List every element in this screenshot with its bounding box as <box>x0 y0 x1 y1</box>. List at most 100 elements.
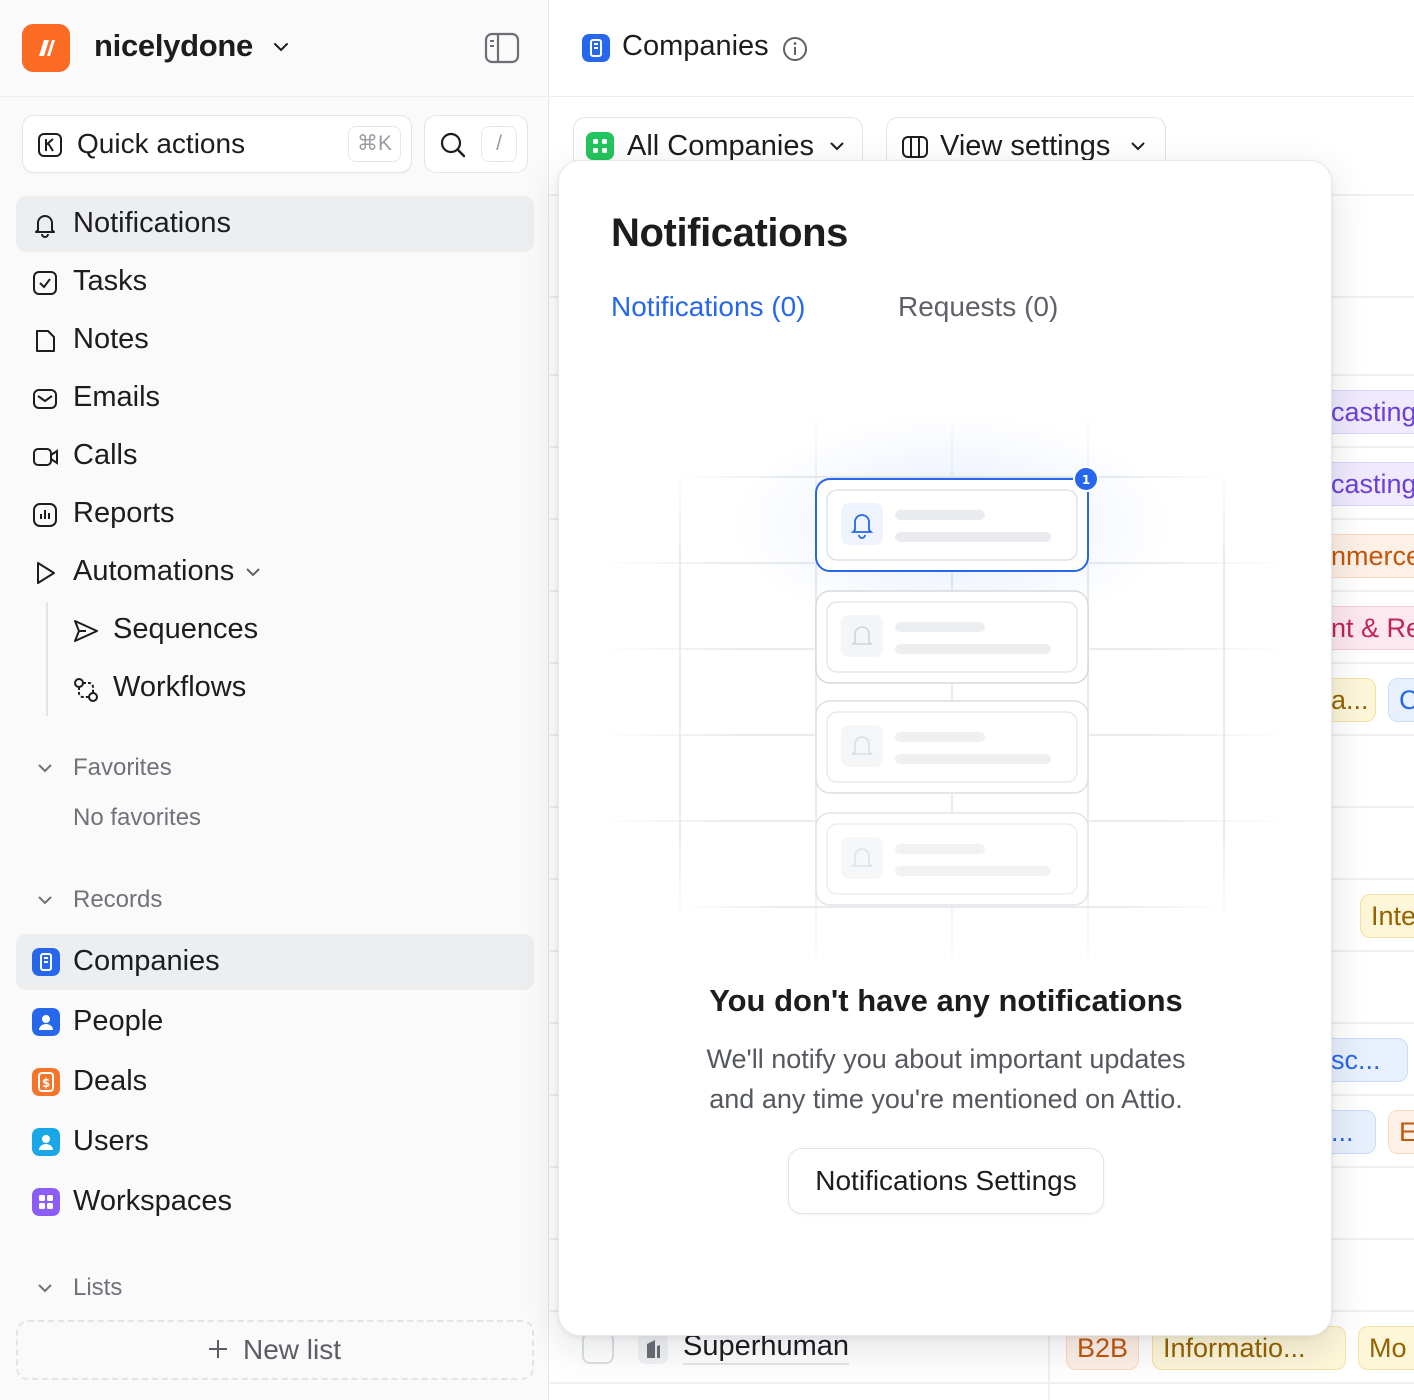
sidebar-toggle-icon[interactable] <box>484 32 520 64</box>
quick-actions-label: Quick actions <box>77 128 246 159</box>
view-settings-label: View settings <box>940 130 1111 162</box>
tab-requests[interactable]: Requests (0) <box>898 291 1058 323</box>
nav-item-automations[interactable]: Automations <box>16 544 534 600</box>
notifications-popover: Notifications Notifications (0) Requests… <box>558 160 1332 1336</box>
favorites-empty-text: No favorites <box>73 804 202 831</box>
empty-state-description: We'll notify you about important updates… <box>559 1039 1331 1119</box>
grid-icon <box>586 132 614 160</box>
checkbox-icon <box>33 271 57 295</box>
bell-icon <box>35 215 55 238</box>
nav-item-people[interactable]: People <box>16 994 534 1050</box>
favorites-section-toggle[interactable]: Favorites <box>16 748 316 788</box>
page-header: Companies <box>550 0 1414 97</box>
info-icon[interactable] <box>782 36 808 62</box>
empty-state-line: and any time you're mentioned on Attio. <box>709 1084 1183 1114</box>
nav-item-label: People <box>73 1005 164 1037</box>
lists-label: Lists <box>73 1274 123 1301</box>
nav-item-label: Notes <box>73 323 149 355</box>
nav-item-label: Sequences <box>113 613 259 645</box>
tag-pill: nt & Re <box>1320 606 1414 650</box>
nav-item-tasks[interactable]: Tasks <box>16 254 534 310</box>
view-name: All Companies <box>627 130 814 162</box>
workspace-logo[interactable] <box>22 24 70 72</box>
building-icon <box>32 948 60 976</box>
chevron-down-icon <box>38 764 52 773</box>
nav-item-users[interactable]: Users <box>16 1114 534 1170</box>
nav-item-label: Emails <box>73 381 161 413</box>
nav-item-workflows[interactable]: Workflows <box>16 660 534 716</box>
svg-text:$: $ <box>42 1076 50 1090</box>
nav-item-label: Reports <box>73 497 175 529</box>
new-list-button[interactable]: New list <box>16 1320 534 1380</box>
workspace-header: nicelydone <box>0 0 549 97</box>
note-icon <box>36 330 55 352</box>
records-label: Records <box>73 886 163 913</box>
nav-item-label: Deals <box>73 1065 148 1097</box>
dollar-icon: $ <box>32 1068 60 1096</box>
nav-item-notifications[interactable]: Notifications <box>16 196 534 252</box>
tag-pill: Inte <box>1360 894 1414 938</box>
chevron-down-icon <box>246 568 260 577</box>
workspace-name[interactable]: nicelydone <box>94 28 253 64</box>
nav-item-label: Notifications <box>73 207 231 239</box>
user-icon <box>32 1128 60 1156</box>
quick-actions-button[interactable]: Quick actions ⌘K <box>22 115 412 173</box>
nav-item-label: Automations <box>73 555 235 587</box>
tag-pill: C <box>1388 678 1414 722</box>
nav-item-label: Workspaces <box>73 1185 233 1217</box>
workflow-icon <box>74 678 98 702</box>
sidebar: nicelydone Quick actions ⌘K / Notificati… <box>0 0 549 1400</box>
nav-item-emails[interactable]: Emails <box>16 370 534 426</box>
company-logo-icon <box>638 1334 668 1364</box>
columns-icon <box>902 136 928 158</box>
quick-actions-shortcut: ⌘K <box>347 126 401 162</box>
nav-item-label: Companies <box>73 945 220 977</box>
mail-icon <box>33 389 57 409</box>
chevron-down-icon <box>830 142 844 151</box>
person-icon <box>32 1008 60 1036</box>
row-checkbox[interactable] <box>582 1332 614 1364</box>
chevron-down-icon <box>38 896 52 905</box>
popover-title: Notifications <box>611 211 849 255</box>
records-section-toggle[interactable]: Records <box>16 880 316 920</box>
empty-notifications-illustration: 1 <box>599 406 1289 976</box>
nav-item-label: Calls <box>73 439 138 471</box>
plus-icon <box>209 1340 227 1358</box>
nav-item-calls[interactable]: Calls <box>16 428 534 484</box>
nav-item-reports[interactable]: Reports <box>16 486 534 542</box>
search-button[interactable]: / <box>424 115 528 173</box>
notifications-settings-button[interactable]: Notifications Settings <box>788 1148 1104 1214</box>
favorites-label: Favorites <box>73 754 172 781</box>
nav-item-notes[interactable]: Notes <box>16 312 534 368</box>
command-icon <box>38 133 62 157</box>
tag-pill: sc... <box>1320 1038 1408 1082</box>
empty-state-line: We'll notify you about important updates <box>706 1044 1186 1074</box>
tag-pill: casting <box>1320 462 1414 506</box>
notification-count-badge: 1 <box>1082 473 1090 487</box>
nav-item-workspaces[interactable]: Workspaces <box>16 1174 534 1230</box>
nav-item-companies[interactable]: Companies <box>16 934 534 990</box>
table-divider <box>550 1382 1414 1384</box>
nav-item-label: Workflows <box>113 671 247 703</box>
building-icon <box>582 34 610 62</box>
empty-state-title: You don't have any notifications <box>709 983 1183 1018</box>
chart-icon <box>33 503 57 527</box>
lists-section-toggle[interactable]: Lists <box>16 1268 316 1308</box>
tag-pill: casting <box>1320 390 1414 434</box>
chevron-down-icon <box>38 1284 52 1293</box>
tag-pill: Mo <box>1358 1326 1414 1370</box>
chevron-down-icon <box>1131 142 1145 151</box>
search-shortcut: / <box>481 126 517 162</box>
nav-item-deals[interactable]: $ Deals <box>16 1054 534 1110</box>
grid-icon <box>32 1188 60 1216</box>
page-title: Companies <box>622 30 769 62</box>
chevron-down-icon[interactable] <box>272 38 290 56</box>
tab-notifications[interactable]: Notifications (0) <box>611 291 806 323</box>
nav-item-sequences[interactable]: Sequences <box>16 602 534 658</box>
tag-pill: E <box>1388 1110 1414 1154</box>
tag-pill: nmerce <box>1320 534 1414 578</box>
nav-item-label: Users <box>73 1125 149 1157</box>
play-icon <box>37 562 55 584</box>
video-icon <box>33 448 58 466</box>
new-list-label: New list <box>243 1334 342 1365</box>
